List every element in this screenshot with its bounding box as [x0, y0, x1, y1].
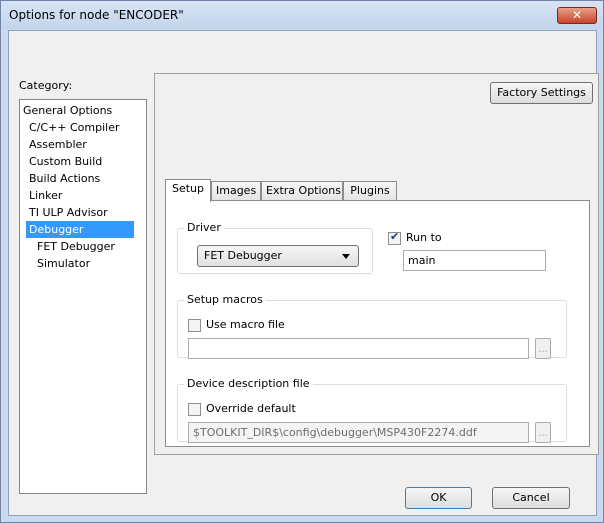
category-item-build-actions[interactable]: Build Actions	[26, 170, 103, 187]
category-item-custom-build[interactable]: Custom Build	[26, 153, 105, 170]
device-description-caption: Device description file	[184, 377, 313, 390]
use-macro-file-checkbox[interactable]	[188, 319, 201, 332]
macro-file-input[interactable]	[188, 338, 529, 359]
title-bar[interactable]: Options for node "ENCODER" ✕	[1, 1, 603, 29]
cancel-button[interactable]: Cancel	[492, 487, 570, 509]
device-description-input[interactable]: $TOOLKIT_DIR$\config\debugger\MSP430F227…	[188, 422, 529, 443]
category-item-assembler[interactable]: Assembler	[26, 136, 90, 153]
use-macro-file-label: Use macro file	[206, 318, 285, 331]
category-item-debugger[interactable]: Debugger	[26, 221, 134, 238]
run-to-input[interactable]: main	[403, 250, 546, 271]
macro-file-browse-button[interactable]: ...	[535, 338, 551, 359]
close-button[interactable]: ✕	[557, 7, 597, 24]
tab-plugins[interactable]: Plugins	[343, 181, 397, 201]
tab-images[interactable]: Images	[211, 181, 261, 201]
driver-caption: Driver	[184, 221, 224, 234]
category-item-linker[interactable]: Linker	[26, 187, 65, 204]
run-to-label: Run to	[406, 231, 442, 244]
driver-group: Driver FET Debugger	[177, 221, 373, 274]
category-item-fet-debugger[interactable]: FET Debugger	[34, 238, 118, 255]
chevron-down-icon	[342, 254, 350, 259]
device-description-browse-button[interactable]: ...	[535, 422, 551, 443]
category-item-general-options[interactable]: General Options	[20, 102, 115, 119]
run-to-checkbox[interactable]	[388, 230, 401, 245]
category-item-simulator[interactable]: Simulator	[34, 255, 93, 272]
options-dialog: Options for node "ENCODER" ✕ Category: G…	[0, 0, 604, 523]
category-item-cpp-compiler[interactable]: C/C++ Compiler	[26, 119, 123, 136]
window-title: Options for node "ENCODER"	[9, 8, 184, 22]
tab-extra-options[interactable]: Extra Options	[261, 181, 343, 201]
driver-select-value: FET Debugger	[204, 249, 282, 262]
category-item-ti-ulp-advisor[interactable]: TI ULP Advisor	[26, 204, 111, 221]
tab-setup[interactable]: Setup	[165, 179, 211, 202]
override-default-label: Override default	[206, 402, 296, 415]
factory-settings-button[interactable]: Factory Settings	[490, 82, 593, 104]
setup-tab-page: Driver FET Debugger Run to main Setup ma…	[165, 200, 590, 447]
dialog-client-area: Category: General Options C/C++ Compiler…	[8, 30, 599, 516]
override-default-checkbox[interactable]	[188, 403, 201, 416]
close-icon: ✕	[571, 8, 583, 22]
driver-select[interactable]: FET Debugger	[197, 245, 359, 267]
options-panel: Factory Settings Setup Images Extra Opti…	[154, 73, 599, 455]
ok-button[interactable]: OK	[405, 487, 472, 509]
setup-macros-caption: Setup macros	[184, 293, 266, 306]
category-label: Category:	[19, 79, 73, 92]
category-list[interactable]: General Options C/C++ Compiler Assembler…	[19, 99, 147, 494]
